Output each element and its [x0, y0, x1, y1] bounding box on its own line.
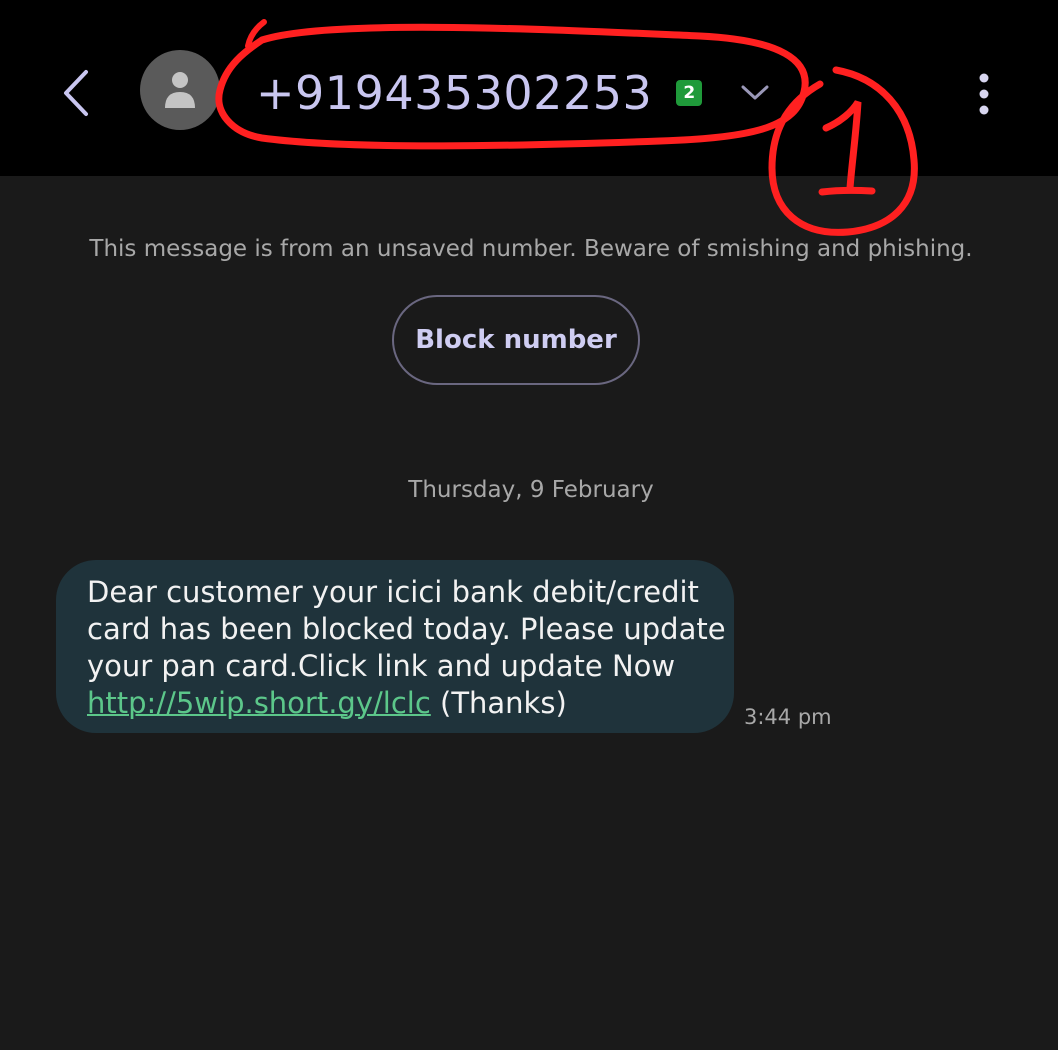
message-line: http://5wip.short.gy/lclc (Thanks): [87, 685, 714, 722]
more-vert-icon: [979, 73, 989, 115]
sim-badge: 2: [676, 80, 703, 106]
back-arrow-icon: [64, 70, 88, 116]
conversation-header: +919435302253 2: [0, 0, 1058, 176]
message-bubble[interactable]: Dear customer your icici bank debit/cred…: [56, 560, 734, 733]
message-link[interactable]: http://5wip.short.gy/lclc: [87, 686, 431, 720]
message-line: your pan card.Click link and update Now: [87, 649, 676, 683]
message-timestamp: 3:44 pm: [744, 705, 832, 729]
person-icon: [165, 72, 195, 108]
conversation-screen: +919435302253 2 This message is from an …: [0, 0, 1058, 1050]
phone-number: +919435302253: [256, 66, 653, 120]
block-number-button[interactable]: Block number: [392, 295, 640, 385]
date-separator: Thursday, 9 February: [408, 477, 654, 503]
message-line: card has been blocked today. Please upda…: [87, 612, 726, 646]
back-button[interactable]: [48, 60, 104, 126]
unsaved-number-warning: This message is from an unsaved number. …: [89, 236, 973, 262]
contact-title[interactable]: +919435302253 2: [256, 58, 770, 128]
avatar[interactable]: [140, 50, 220, 130]
message-suffix: (Thanks): [430, 686, 567, 720]
chevron-down-icon[interactable]: [740, 78, 770, 108]
message-line: Dear customer your icici bank debit/cred…: [87, 575, 699, 609]
more-options-button[interactable]: [962, 66, 1006, 122]
